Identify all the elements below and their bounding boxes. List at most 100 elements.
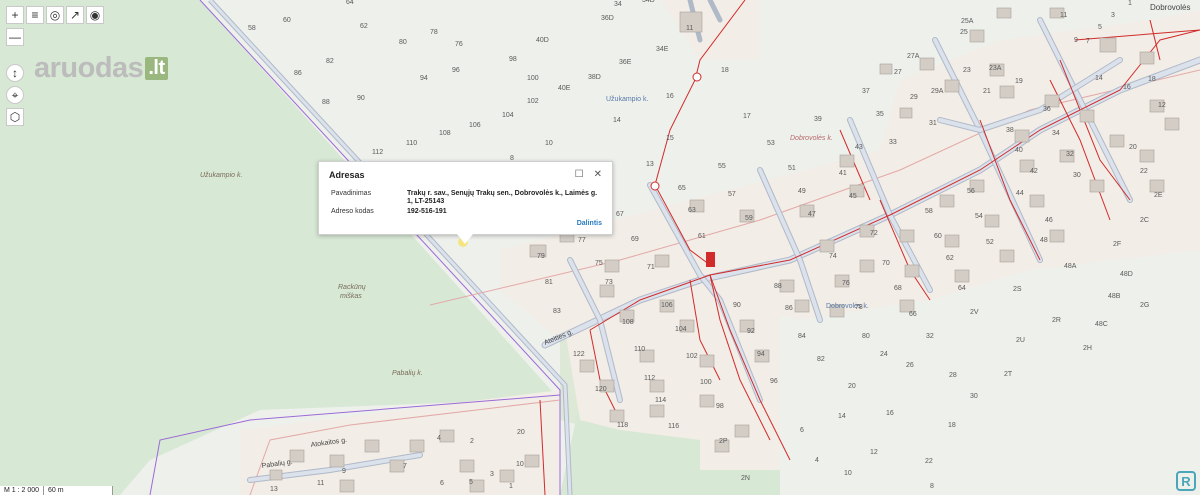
svg-text:62: 62 bbox=[360, 23, 368, 30]
svg-text:82: 82 bbox=[326, 58, 334, 65]
svg-text:15: 15 bbox=[666, 135, 674, 142]
svg-text:78: 78 bbox=[430, 29, 438, 36]
svg-text:19: 19 bbox=[1015, 78, 1023, 85]
svg-text:67: 67 bbox=[616, 211, 624, 218]
svg-text:82: 82 bbox=[817, 356, 825, 363]
svg-text:63: 63 bbox=[688, 207, 696, 214]
svg-text:8: 8 bbox=[930, 483, 934, 490]
polygon-draw-icon[interactable]: ⬡ bbox=[6, 108, 24, 126]
svg-text:65: 65 bbox=[678, 185, 686, 192]
svg-text:35: 35 bbox=[876, 111, 884, 118]
svg-text:26: 26 bbox=[906, 362, 914, 369]
svg-text:2G: 2G bbox=[1140, 302, 1149, 309]
rotate-compass-icon[interactable]: ↕ bbox=[6, 64, 24, 82]
substation-icon bbox=[706, 252, 715, 267]
locate-me-icon[interactable]: ⌖ bbox=[6, 86, 24, 104]
svg-text:68: 68 bbox=[894, 285, 902, 292]
svg-text:2H: 2H bbox=[1083, 345, 1092, 352]
svg-text:112: 112 bbox=[644, 375, 655, 382]
svg-text:60: 60 bbox=[934, 233, 942, 240]
target-icon[interactable]: ◉ bbox=[86, 6, 104, 24]
svg-text:49: 49 bbox=[798, 188, 806, 195]
svg-text:74: 74 bbox=[829, 253, 837, 260]
svg-text:72: 72 bbox=[870, 230, 878, 237]
svg-text:27A: 27A bbox=[907, 53, 920, 60]
svg-text:64: 64 bbox=[346, 0, 354, 6]
svg-text:42: 42 bbox=[1030, 168, 1038, 175]
zoom-out-button[interactable]: — bbox=[6, 28, 24, 46]
svg-text:1: 1 bbox=[509, 483, 513, 490]
svg-text:76: 76 bbox=[455, 41, 463, 48]
map-canvas[interactable]: Užukampio k. Užukampio k. Rackūnų miškas… bbox=[0, 0, 1200, 495]
svg-text:59: 59 bbox=[745, 215, 753, 222]
svg-text:76: 76 bbox=[842, 280, 850, 287]
svg-text:31: 31 bbox=[929, 120, 937, 127]
svg-text:2N: 2N bbox=[741, 475, 750, 482]
svg-text:83: 83 bbox=[553, 308, 561, 315]
svg-text:6: 6 bbox=[440, 480, 444, 487]
measure-ruler-icon[interactable]: ≡ bbox=[26, 6, 44, 24]
svg-text:12: 12 bbox=[1158, 102, 1166, 109]
svg-text:32: 32 bbox=[1066, 151, 1074, 158]
svg-text:64: 64 bbox=[958, 285, 966, 292]
svg-text:53: 53 bbox=[767, 140, 775, 147]
svg-text:5: 5 bbox=[1098, 24, 1102, 31]
svg-text:18: 18 bbox=[1148, 76, 1156, 83]
svg-text:100: 100 bbox=[527, 75, 539, 82]
svg-text:52: 52 bbox=[986, 239, 994, 246]
svg-text:40D: 40D bbox=[536, 37, 549, 44]
svg-text:3: 3 bbox=[1111, 12, 1115, 19]
svg-text:18: 18 bbox=[948, 422, 956, 429]
svg-text:39: 39 bbox=[814, 116, 822, 123]
svg-text:36D: 36D bbox=[601, 15, 614, 22]
settlement-zone-mid bbox=[560, 270, 780, 440]
svg-text:2C: 2C bbox=[1140, 217, 1149, 224]
svg-text:45: 45 bbox=[849, 193, 857, 200]
svg-text:16: 16 bbox=[1123, 84, 1131, 91]
svg-text:36: 36 bbox=[1043, 106, 1051, 113]
svg-text:2R: 2R bbox=[1052, 317, 1061, 324]
svg-text:69: 69 bbox=[631, 236, 639, 243]
svg-text:32: 32 bbox=[926, 333, 934, 340]
external-link-icon[interactable]: ↗ bbox=[66, 6, 84, 24]
svg-text:10: 10 bbox=[545, 140, 553, 147]
place-label-miskas: miškas bbox=[340, 293, 362, 300]
svg-text:33: 33 bbox=[889, 139, 897, 146]
svg-text:96: 96 bbox=[770, 378, 778, 385]
svg-text:40E: 40E bbox=[558, 85, 571, 92]
utility-node bbox=[650, 181, 660, 191]
svg-text:16: 16 bbox=[666, 93, 674, 100]
svg-text:14: 14 bbox=[613, 117, 621, 124]
svg-text:38D: 38D bbox=[588, 74, 601, 81]
scale-bar: M 1 : 2 000 60 m bbox=[0, 486, 114, 495]
svg-text:108: 108 bbox=[622, 319, 634, 326]
map-pin-icon[interactable]: ◎ bbox=[46, 6, 64, 24]
svg-text:110: 110 bbox=[634, 346, 645, 353]
svg-text:21: 21 bbox=[983, 88, 991, 95]
svg-text:80: 80 bbox=[399, 39, 407, 46]
svg-text:2S: 2S bbox=[1013, 286, 1022, 293]
close-icon[interactable]: ✕ bbox=[594, 169, 602, 180]
svg-text:61: 61 bbox=[698, 233, 706, 240]
svg-text:9: 9 bbox=[342, 468, 346, 475]
svg-text:106: 106 bbox=[661, 302, 673, 309]
svg-text:2T: 2T bbox=[1004, 371, 1013, 378]
svg-text:58: 58 bbox=[925, 208, 933, 215]
svg-text:1: 1 bbox=[1128, 0, 1132, 7]
svg-text:112: 112 bbox=[372, 149, 383, 156]
svg-text:48D: 48D bbox=[1120, 271, 1133, 278]
svg-text:73: 73 bbox=[605, 279, 613, 286]
maximize-icon[interactable]: ☐ bbox=[575, 169, 584, 180]
name-label: Pavadinimas bbox=[331, 190, 372, 197]
svg-text:34D: 34D bbox=[642, 0, 655, 4]
svg-text:37: 37 bbox=[862, 88, 870, 95]
svg-text:80: 80 bbox=[862, 333, 870, 340]
svg-text:92: 92 bbox=[747, 328, 755, 335]
share-link[interactable]: Dalintis bbox=[577, 220, 602, 227]
svg-text:16: 16 bbox=[886, 410, 894, 417]
zoom-in-button[interactable]: + bbox=[6, 6, 24, 24]
aruodas-logo: aruodas .lt bbox=[34, 52, 168, 85]
svg-text:22: 22 bbox=[1140, 168, 1148, 175]
svg-text:120: 120 bbox=[595, 386, 607, 393]
svg-text:17: 17 bbox=[743, 113, 751, 120]
